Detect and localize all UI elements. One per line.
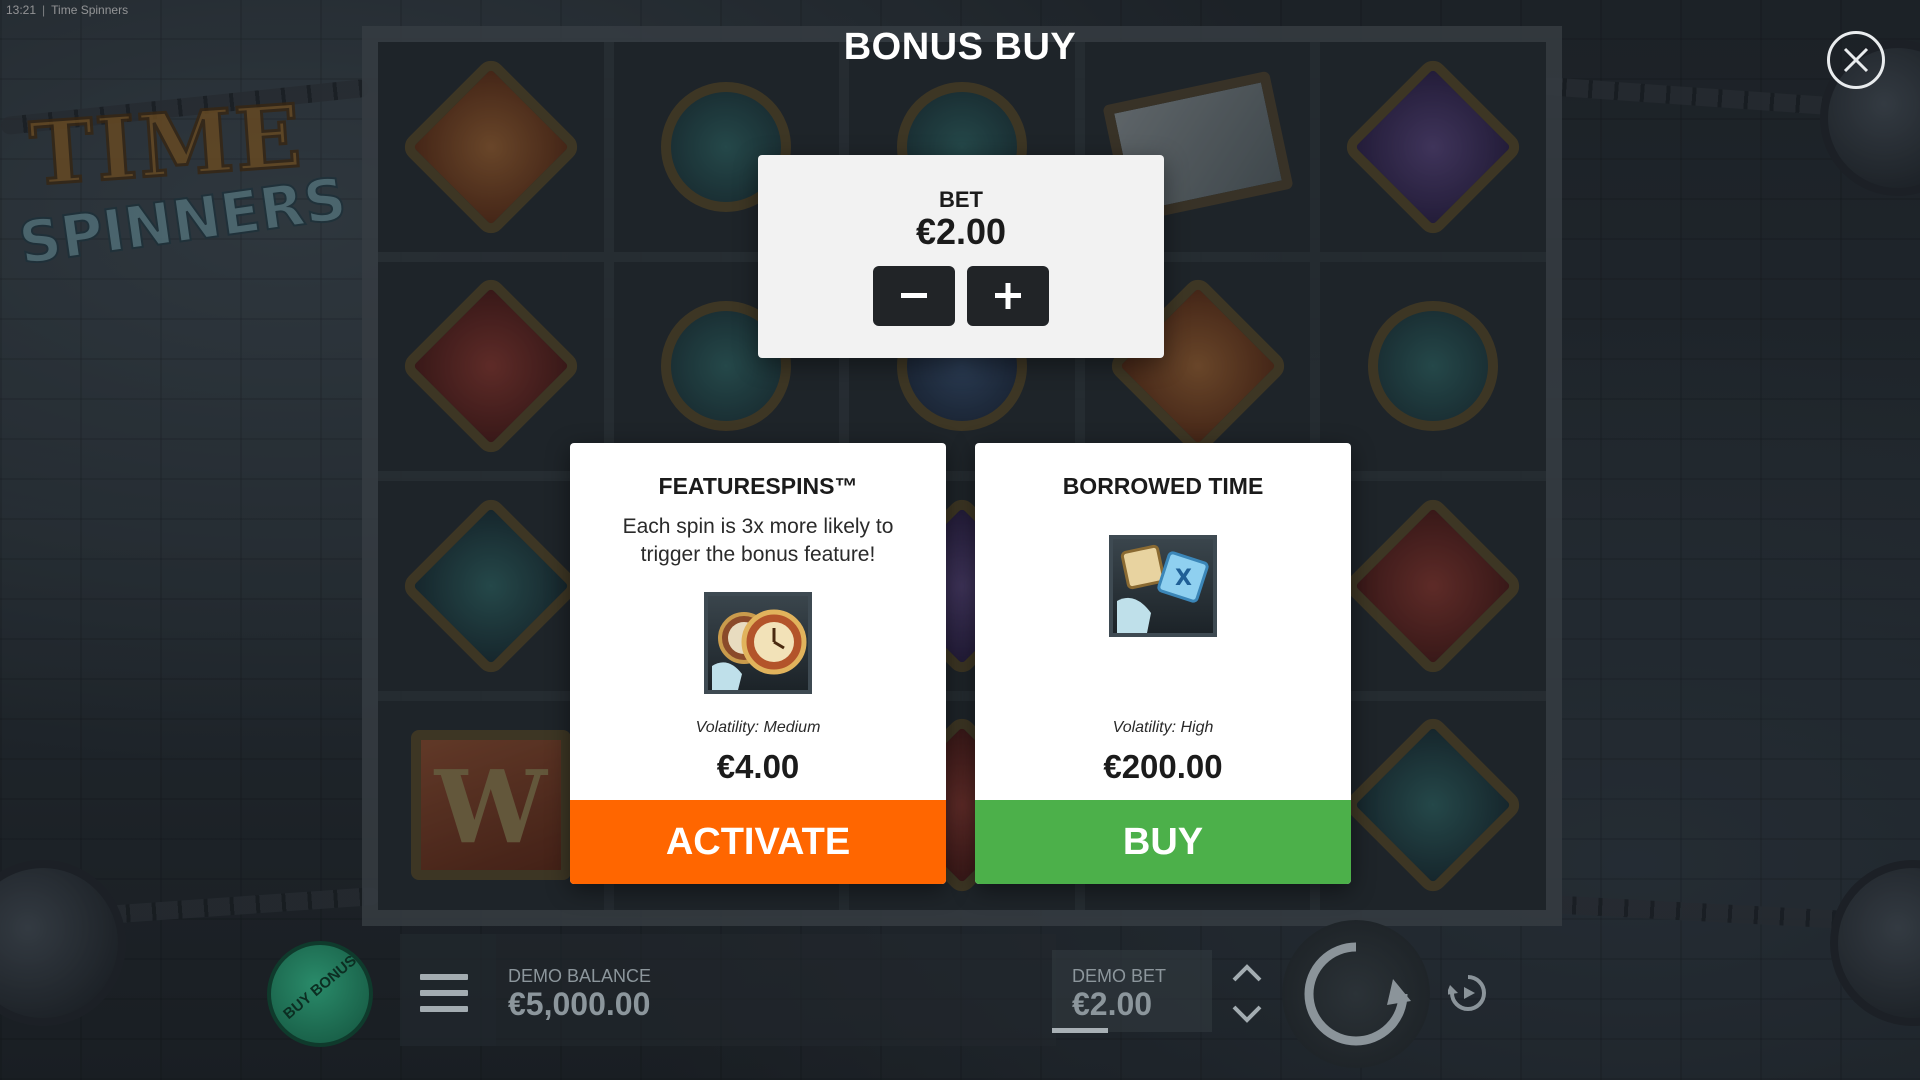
bet-down-arrow-icon[interactable] bbox=[1230, 1003, 1264, 1025]
card-price: €4.00 bbox=[716, 748, 800, 785]
featurespins-card: FEATURESPINS™ Each spin is 3x more likel… bbox=[570, 443, 946, 884]
bet-up-arrow-icon[interactable] bbox=[1230, 962, 1264, 984]
bet-level-indicator bbox=[1052, 1028, 1108, 1033]
plus-icon bbox=[995, 283, 1021, 309]
hamburger-menu-icon[interactable] bbox=[420, 974, 468, 1012]
hud-bet-label: DEMO BET bbox=[1072, 966, 1167, 986]
game-stage: 13:21|Time Spinners TIME SPINNERS BONUS … bbox=[0, 0, 1920, 1080]
bet-label: BET bbox=[939, 187, 983, 212]
buy-bonus-button[interactable]: BUY BONUS bbox=[267, 941, 373, 1047]
balance-label: DEMO BALANCE bbox=[508, 966, 652, 986]
svg-text:X: X bbox=[1175, 566, 1192, 591]
spin-arrow-icon bbox=[1304, 942, 1411, 1046]
activate-button[interactable]: ACTIVATE bbox=[570, 800, 946, 884]
borrowed-time-card: BORROWED TIME X Volatility: High €200.00… bbox=[975, 443, 1351, 884]
buy-button[interactable]: BUY bbox=[975, 800, 1351, 884]
autoplay-icon[interactable] bbox=[1446, 973, 1488, 1013]
close-button[interactable] bbox=[1827, 31, 1885, 89]
bonus-buy-title: BONUS BUY bbox=[843, 26, 1077, 68]
close-icon bbox=[1843, 47, 1869, 73]
featurespins-clocks-image bbox=[704, 592, 812, 694]
card-title: FEATURESPINS™ bbox=[658, 473, 858, 499]
bet-panel: BET €2.00 bbox=[758, 155, 1164, 358]
hud-bet-value: €2.00 bbox=[1072, 986, 1153, 1022]
card-description: Each spin is 3x more likely to trigger t… bbox=[622, 515, 894, 566]
buy-bonus-label: BUY BONUS bbox=[280, 952, 360, 1023]
balance-value: €5,000.00 bbox=[508, 986, 651, 1022]
bet-decrease-button[interactable] bbox=[873, 266, 955, 326]
borrowed-time-dice-image: X bbox=[1109, 535, 1217, 637]
card-price: €200.00 bbox=[1103, 748, 1223, 785]
card-title: BORROWED TIME bbox=[1062, 473, 1264, 499]
spin-button[interactable] bbox=[1282, 920, 1430, 1068]
minus-icon bbox=[901, 293, 927, 298]
bet-increase-button[interactable] bbox=[967, 266, 1049, 326]
card-volatility: Volatility: High bbox=[1112, 719, 1214, 736]
card-volatility: Volatility: Medium bbox=[695, 719, 821, 736]
bet-value: €2.00 bbox=[915, 211, 1007, 252]
